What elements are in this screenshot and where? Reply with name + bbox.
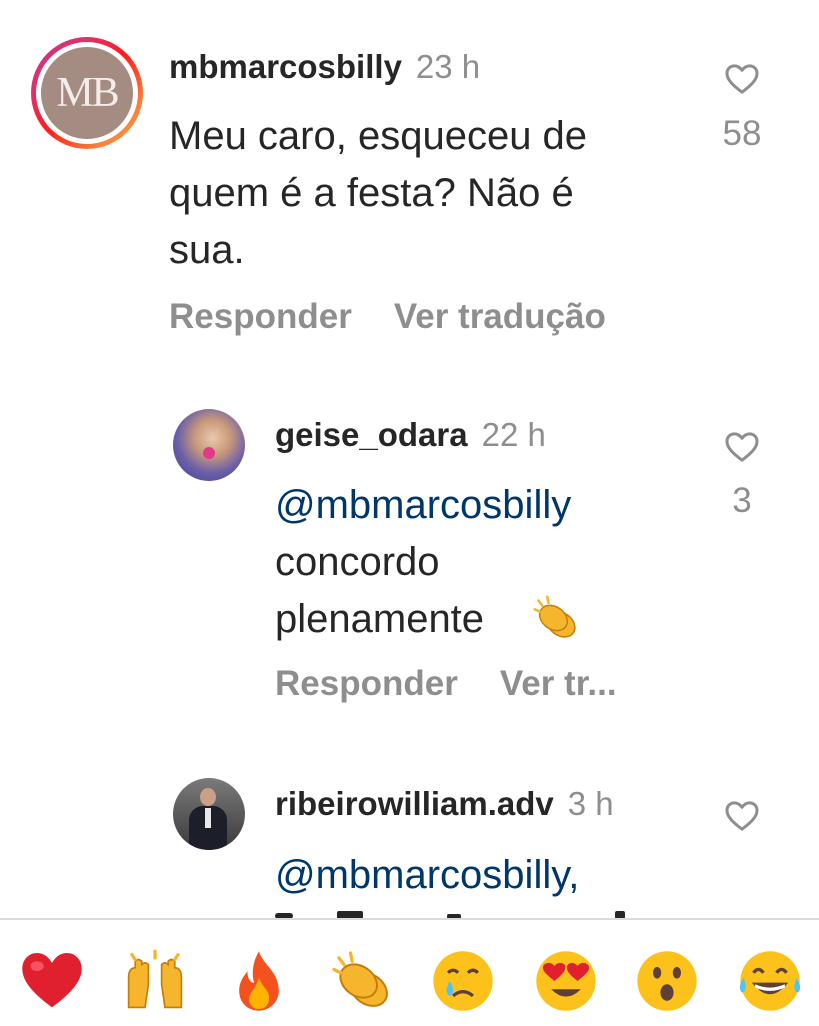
like-count: 58 (722, 114, 762, 153)
fire-icon[interactable] (226, 948, 292, 1014)
avatar-ribeirowilliam-adv[interactable] (173, 778, 245, 850)
comment-username[interactable]: geise_odara 22 h (275, 416, 546, 454)
comment-time: 22 h (481, 416, 546, 453)
avatar-logo-text: MB (56, 70, 119, 116)
comment-text: @mbmarcosbilly concordo plenamente (275, 477, 576, 648)
username-text[interactable]: mbmarcosbilly (169, 48, 402, 85)
crying-face-icon[interactable] (430, 948, 496, 1014)
comment-username[interactable]: mbmarcosbilly 23 h (169, 48, 480, 86)
clapping-hands-icon[interactable] (329, 948, 395, 1014)
heart-outline-icon[interactable] (722, 795, 762, 835)
comment-actions: Responder Ver tr... (275, 664, 659, 704)
comment-actions: Responder Ver tradução (169, 297, 648, 337)
mention-link[interactable]: @mbmarcosbilly, (275, 847, 579, 904)
avatar-mbmarcosbilly[interactable]: MB (31, 37, 143, 149)
translate-button[interactable]: Ver tr... (500, 664, 617, 703)
raising-hands-icon[interactable] (122, 948, 188, 1014)
red-heart-icon[interactable] (19, 948, 85, 1014)
reply-button[interactable]: Responder (275, 664, 458, 703)
comment-text: @mbmarcosbilly, (275, 847, 579, 904)
like-count: 3 (732, 481, 752, 520)
comment-text: Meu caro, esqueceu de quem é a festa? Nã… (169, 114, 588, 272)
username-text[interactable]: ribeirowilliam.adv (275, 785, 554, 822)
heart-outline-icon[interactable] (722, 426, 762, 466)
comment-time: 23 h (415, 48, 481, 85)
translate-button[interactable]: Ver tradução (394, 297, 606, 336)
surprised-face-icon[interactable] (634, 948, 700, 1014)
heart-outline-icon[interactable] (722, 58, 762, 98)
comment-username[interactable]: ribeirowilliam.adv 3 h (275, 785, 614, 823)
comment-time: 3 h (567, 785, 614, 822)
username-text[interactable]: geise_odara (275, 416, 468, 453)
reaction-bar (0, 918, 819, 1026)
clapping-hands-icon (533, 595, 576, 638)
reply-button[interactable]: Responder (169, 297, 352, 336)
tears-of-joy-face-icon[interactable] (737, 948, 803, 1014)
cut-off-text (275, 905, 635, 919)
heart-eyes-face-icon[interactable] (533, 948, 599, 1014)
avatar-geise-odara[interactable] (173, 409, 245, 481)
mention-link[interactable]: @mbmarcosbilly (275, 477, 571, 534)
